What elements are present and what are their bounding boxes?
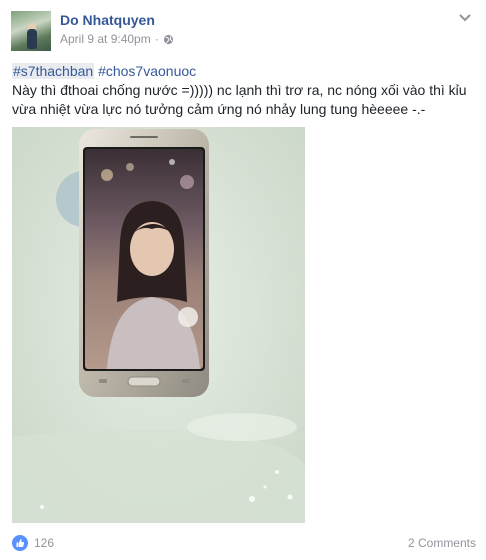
timestamp[interactable]: April 9 at 9:40pm: [60, 32, 151, 46]
avatar[interactable]: [11, 11, 51, 51]
post-footer: 126 2 Comments: [12, 532, 476, 552]
facebook-post: Do Nhatquyen April 9 at 9:40pm · #s7thac…: [0, 0, 486, 560]
post-meta: April 9 at 9:40pm ·: [60, 32, 174, 46]
post-photo[interactable]: [12, 127, 305, 523]
like-count[interactable]: 126: [34, 536, 54, 550]
post-body: Này thì đthoai chống nước =))))) nc lạnh…: [12, 82, 467, 117]
hashtag-link[interactable]: #s7thachban: [12, 63, 95, 79]
globe-icon[interactable]: [163, 34, 174, 45]
chevron-down-icon[interactable]: [458, 10, 472, 24]
like-icon: [12, 535, 28, 551]
hashtag-line: #s7thachban #chos7vaonuoc: [12, 62, 478, 81]
reactions[interactable]: 126: [12, 535, 54, 551]
separator: ·: [154, 32, 159, 46]
comments-link[interactable]: 2 Comments: [408, 536, 476, 550]
hashtag-link[interactable]: #chos7vaonuoc: [98, 63, 196, 79]
author-name[interactable]: Do Nhatquyen: [60, 12, 155, 28]
post-text: #s7thachban #chos7vaonuoc Này thì đthoai…: [12, 62, 478, 119]
photo-illustration: [12, 127, 305, 523]
